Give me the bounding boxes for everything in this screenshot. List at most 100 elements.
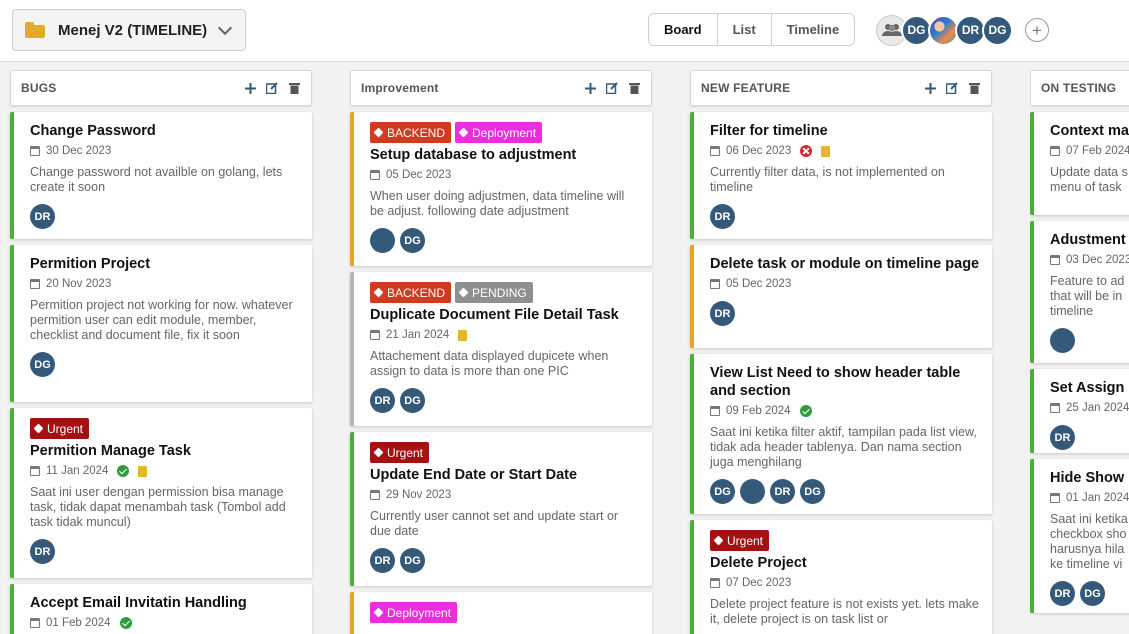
column-bugs: BUGS Change Password 30 Dec 2023 Change …	[10, 70, 312, 634]
calendar-icon	[710, 578, 720, 588]
task-description: Saat ini ketika filter aktif, tampilan p…	[710, 425, 977, 469]
project-name: Menej V2 (TIMELINE)	[58, 21, 208, 39]
project-selector[interactable]: Menej V2 (TIMELINE)	[12, 9, 246, 51]
tab-timeline[interactable]: Timeline	[772, 14, 855, 45]
calendar-icon	[30, 279, 40, 289]
task-card[interactable]: Change Password 30 Dec 2023 Change passw…	[10, 112, 312, 239]
task-title: Hide Show	[1050, 470, 1125, 486]
task-due-date: 05 Dec 2023	[726, 278, 792, 290]
task-card[interactable]: Context ma 07 Feb 2024 Update data s men…	[1030, 112, 1129, 215]
task-card[interactable]: Set Assign 25 Jan 2024 DR	[1030, 369, 1129, 453]
assignee-avatar: DG	[400, 388, 425, 413]
add-task-icon[interactable]	[243, 81, 257, 95]
task-title: Set Assign	[1050, 380, 1125, 396]
tag-icon	[458, 287, 469, 298]
tab-list[interactable]: List	[718, 14, 772, 45]
tag-icon	[373, 287, 384, 298]
edit-column-icon[interactable]	[945, 81, 959, 95]
assignee-avatar: DG	[30, 352, 55, 377]
task-due-date: 06 Dec 2023	[726, 145, 792, 157]
task-title: Accept Email Invitatin Handling	[30, 595, 247, 611]
tag-icon	[458, 127, 469, 138]
assignee-avatar: DR	[1050, 581, 1075, 606]
document-icon	[458, 329, 468, 341]
assignee-avatar: DG	[710, 479, 735, 504]
task-description: Currently user cannot set and update sta…	[370, 509, 619, 538]
member-avatar[interactable]: DG	[982, 14, 1013, 46]
assignee-avatar-photo	[370, 228, 395, 253]
assignee-avatar: DR	[30, 204, 55, 229]
tag-deployment: Deployment	[370, 602, 458, 623]
assignee-avatar: DR	[30, 539, 55, 564]
calendar-icon	[710, 146, 720, 156]
task-due-date: 01 Jan 2024	[1066, 492, 1129, 504]
task-card[interactable]: Urgent Delete Project 07 Dec 2023 Delete…	[690, 520, 992, 634]
task-card[interactable]: BACKEND Deployment Setup database to adj…	[350, 112, 652, 266]
assignee-avatar: DG	[400, 548, 425, 573]
task-card[interactable]: BACKEND PENDING Duplicate Document File …	[350, 272, 652, 426]
task-title: Context ma	[1050, 123, 1129, 139]
task-due-date: 25 Jan 2024	[1066, 402, 1129, 414]
task-description: Update data s menu of task	[1050, 165, 1128, 194]
task-card[interactable]: Urgent Update End Date or Start Date 29 …	[350, 432, 652, 586]
task-card[interactable]: Urgent Permition Manage Task 11 Jan 2024…	[10, 408, 312, 578]
add-member-button[interactable]: +	[1025, 18, 1049, 42]
task-due-date: 20 Nov 2023	[46, 278, 112, 290]
checklist-overdue-icon	[800, 145, 813, 157]
tag-icon	[33, 423, 44, 434]
edit-column-icon[interactable]	[605, 81, 619, 95]
task-due-date: 11 Jan 2024	[46, 465, 109, 477]
tab-board[interactable]: Board	[649, 14, 718, 45]
delete-column-icon[interactable]	[967, 81, 981, 95]
assignee-avatar: DG	[800, 479, 825, 504]
calendar-icon	[30, 618, 40, 628]
task-card[interactable]: Filter for timeline 06 Dec 2023 Currentl…	[690, 112, 992, 239]
task-title: Permition Manage Task	[30, 443, 191, 459]
assignee-avatar-photo	[740, 479, 765, 504]
calendar-icon	[370, 330, 380, 340]
task-card[interactable]: Hide Show 01 Jan 2024 Saat ini ketika ch…	[1030, 459, 1129, 613]
task-title: View List Need to show header table and …	[710, 365, 961, 399]
delete-column-icon[interactable]	[287, 81, 301, 95]
column-header: Improvement	[350, 70, 652, 106]
tag-deployment: Deployment	[455, 122, 543, 143]
task-due-date: 07 Dec 2023	[726, 577, 792, 589]
calendar-icon	[370, 170, 380, 180]
add-task-icon[interactable]	[583, 81, 597, 95]
kanban-board: BUGS Change Password 30 Dec 2023 Change …	[0, 62, 1129, 634]
calendar-icon	[1050, 146, 1060, 156]
task-description: Delete project feature is not exists yet…	[710, 597, 979, 626]
task-due-date: 07 Feb 2024	[1066, 145, 1129, 157]
view-tabs: Board List Timeline	[648, 13, 856, 46]
task-due-date: 21 Jan 2024	[386, 329, 450, 341]
task-card[interactable]: Delete task or module on timeline page 0…	[690, 245, 992, 348]
calendar-icon	[710, 406, 720, 416]
task-card[interactable]: Accept Email Invitatin Handling 01 Feb 2…	[10, 584, 312, 634]
task-card[interactable]: Adustment 03 Dec 2023 Feature to ad that…	[1030, 221, 1129, 363]
checklist-done-icon	[119, 617, 132, 629]
checklist-done-icon	[117, 465, 130, 477]
task-title: Delete Project	[710, 555, 807, 571]
edit-column-icon[interactable]	[265, 81, 279, 95]
task-card[interactable]: View List Need to show header table and …	[690, 354, 992, 514]
delete-column-icon[interactable]	[627, 81, 641, 95]
tag-urgent: Urgent	[370, 442, 430, 463]
tag-icon	[713, 535, 724, 546]
column-new-feature: NEW FEATURE Filter for timeline 06 Dec 2…	[690, 70, 992, 634]
checklist-done-icon	[799, 405, 812, 417]
column-header: ON TESTING	[1030, 70, 1129, 106]
assignee-avatar: DR	[370, 388, 395, 413]
add-task-icon[interactable]	[923, 81, 937, 95]
chevron-down-icon	[217, 20, 233, 36]
task-title: Change Password	[30, 123, 156, 139]
task-title: Update End Date or Start Date	[370, 467, 578, 483]
task-card[interactable]: Permition Project 20 Nov 2023 Permition …	[10, 245, 312, 402]
assignee-avatar: DR	[770, 479, 795, 504]
tag-icon	[373, 127, 384, 138]
task-card[interactable]: Deployment	[350, 592, 652, 634]
tag-icon	[373, 607, 384, 618]
folder-icon	[25, 22, 45, 38]
task-due-date: 09 Feb 2024	[726, 405, 791, 417]
calendar-icon	[1050, 403, 1060, 413]
column-improvement: Improvement BACKEND Deployment Setup dat…	[350, 70, 652, 634]
